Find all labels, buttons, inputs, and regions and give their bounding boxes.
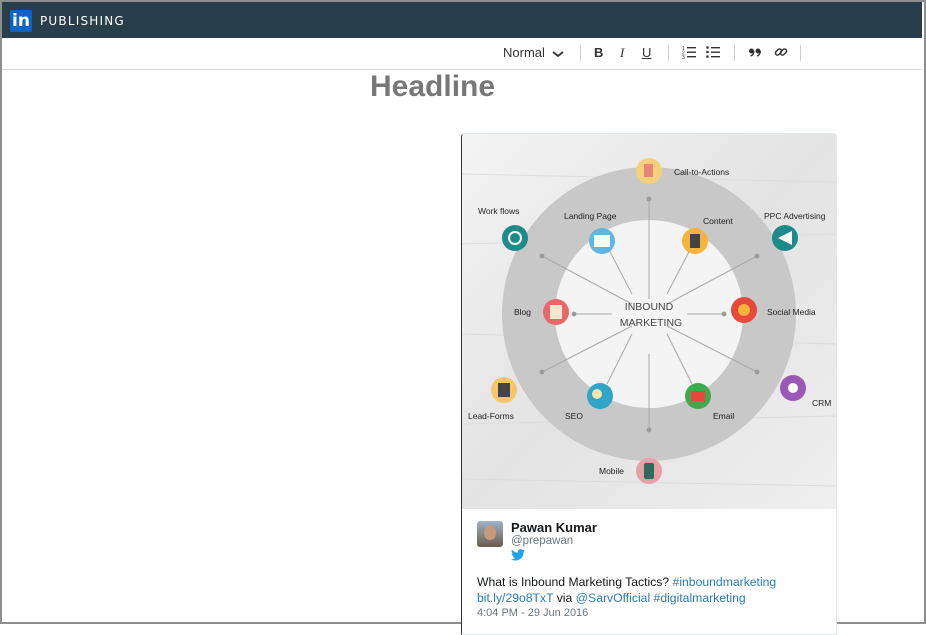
- tweet-author-name[interactable]: Pawan Kumar: [511, 520, 597, 535]
- ordered-list-icon: 123: [682, 46, 696, 61]
- unordered-list-button[interactable]: [706, 45, 720, 61]
- chevron-down-icon: [551, 50, 564, 57]
- toolbar-divider: [580, 45, 581, 61]
- formatting-toolbar: Normal B I U 123: [2, 38, 922, 70]
- tweet-text: What is Inbound Marketing Tactics? #inbo…: [477, 574, 827, 606]
- twitter-bird-icon[interactable]: [511, 549, 525, 561]
- label-lead-forms: Lead-Forms: [468, 411, 514, 421]
- hashtag-digitalmarketing[interactable]: #digitalmarketing: [654, 591, 746, 605]
- underline-button[interactable]: U: [642, 45, 651, 61]
- hashtag-inboundmarketing[interactable]: #inboundmarketing: [673, 575, 777, 589]
- tweet-date[interactable]: 4:04 PM - 29 Jun 2016: [477, 607, 588, 619]
- label-seo: SEO: [565, 411, 583, 421]
- work-flows-icon: [502, 225, 528, 251]
- format-select[interactable]: Normal: [503, 45, 564, 61]
- toolbar-divider: [800, 45, 801, 61]
- format-select-label: Normal: [503, 45, 545, 60]
- label-landing-page: Landing Page: [564, 211, 617, 221]
- mention-sarvofficial[interactable]: @SarvOfficial: [576, 591, 650, 605]
- underline-icon: U: [642, 45, 652, 60]
- quote-icon: [749, 48, 761, 57]
- toolbar-divider: [734, 45, 735, 61]
- bold-icon: B: [594, 45, 604, 60]
- label-social-media: Social Media: [767, 307, 816, 317]
- link-icon: [774, 48, 788, 56]
- tweet-text-plain: What is Inbound Marketing Tactics?: [477, 575, 673, 589]
- label-work-flows: Work flows: [478, 206, 519, 216]
- bold-button[interactable]: B: [594, 45, 603, 61]
- label-mobile: Mobile: [599, 466, 624, 476]
- tweet-via: via: [553, 591, 576, 605]
- svg-text:3: 3: [682, 55, 685, 59]
- tweet-embed[interactable]: INBOUND MARKETING Call-to-Actions Work f…: [461, 133, 837, 635]
- label-blog: Blog: [514, 307, 531, 317]
- label-content: Content: [703, 216, 733, 226]
- tweet-link[interactable]: bit.ly/29o8TxT: [477, 591, 553, 605]
- label-ppc: PPC Advertising: [764, 211, 826, 221]
- ordered-list-button[interactable]: 123: [682, 45, 696, 61]
- publishing-header: in PUBLISHING: [2, 2, 922, 38]
- label-call-to-actions: Call-to-Actions: [674, 167, 729, 177]
- center-line2: MARKETING: [620, 317, 682, 329]
- center-line1: INBOUND: [625, 301, 674, 313]
- italic-button[interactable]: I: [620, 45, 624, 61]
- quote-button[interactable]: [748, 45, 762, 61]
- brand-label: PUBLISHING: [40, 14, 125, 28]
- tweet-author-handle[interactable]: @prepawan: [511, 535, 573, 547]
- link-button[interactable]: [774, 45, 788, 61]
- inbound-marketing-infographic: INBOUND MARKETING Call-to-Actions Work f…: [462, 134, 836, 509]
- linkedin-logo-icon[interactable]: in: [10, 10, 32, 32]
- toolbar-divider: [668, 45, 669, 61]
- avatar[interactable]: [477, 521, 503, 547]
- headline-input[interactable]: Headline: [370, 70, 495, 104]
- label-crm: CRM: [812, 398, 831, 408]
- italic-icon: I: [620, 45, 625, 60]
- unordered-list-icon: [706, 46, 720, 58]
- label-email: Email: [713, 411, 734, 421]
